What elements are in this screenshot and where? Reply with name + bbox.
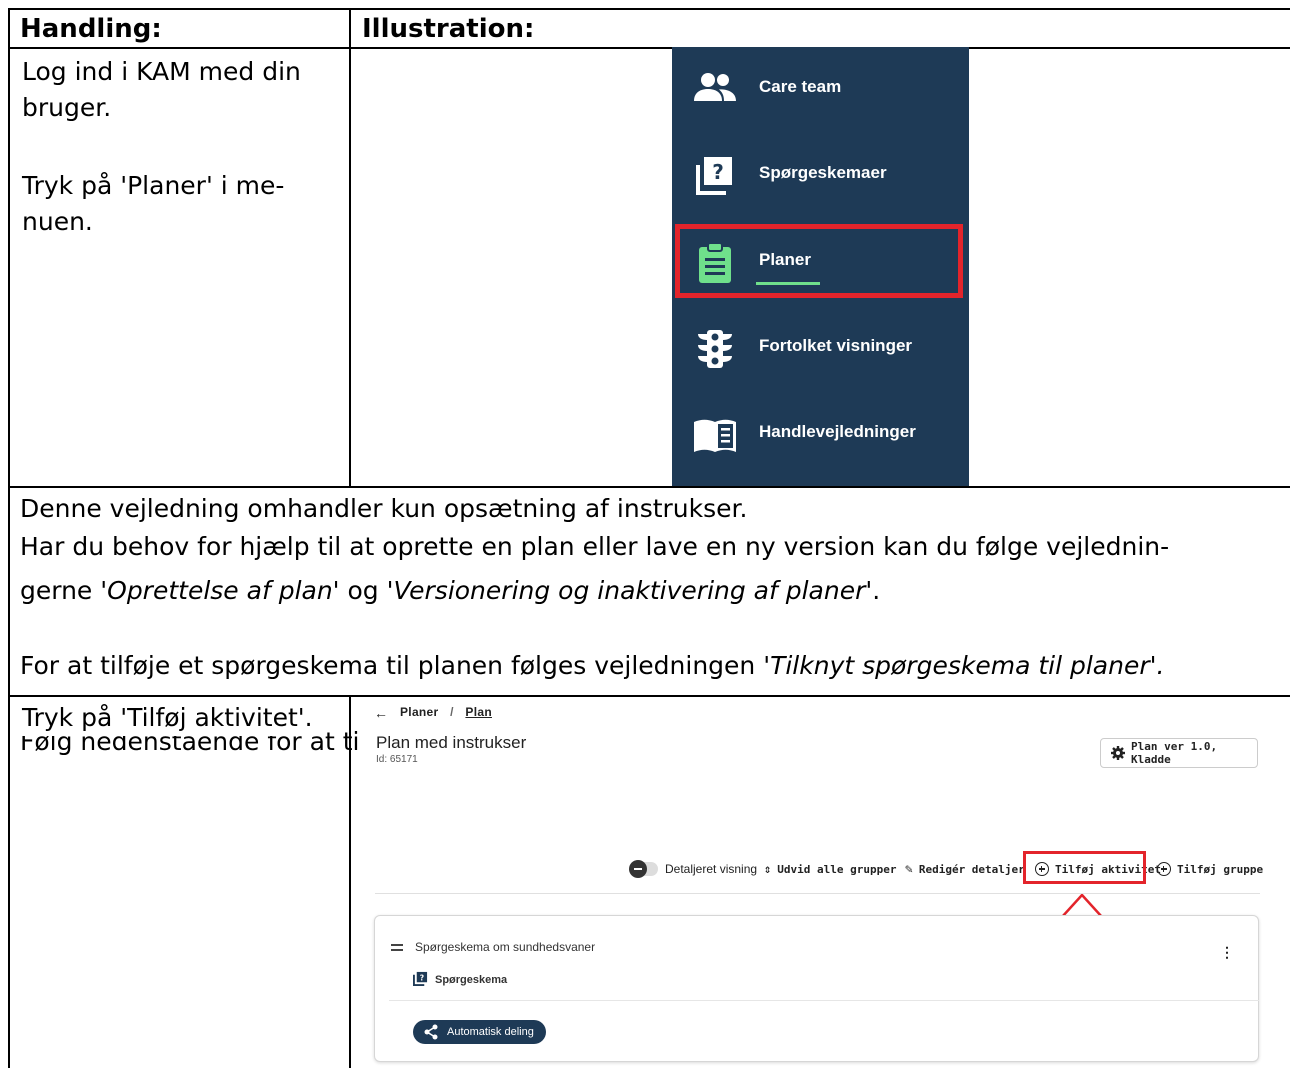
step1-line: bruger. [22,93,112,122]
page-title: Plan med instrukser [376,733,527,752]
sidebar-item-planer[interactable]: Planer [672,220,969,306]
info-line: Har du behov for hjælp til at oprette en… [20,532,1170,561]
table-border-top [8,8,1290,10]
more-options-icon[interactable]: ⋮ [1220,944,1234,961]
auto-share-chip[interactable]: Automatisk deling [413,1020,546,1044]
sidebar-item-label: Handlevejledninger [759,422,916,441]
button-label: Tilføj gruppe [1177,862,1264,876]
sidebar-item-questionnaires[interactable]: ? Spørgeskemaer [672,133,969,219]
info-line: For at tilføje et spørgeskema til planen… [20,648,1164,684]
questionnaire-icon: ? [696,157,732,195]
activity-type: Spørgeskema [435,974,508,986]
version-label: Plan ver 1.0, Kladde [1131,740,1218,766]
activity-card: Spørgeskema om sundhedsvaner ⋮ ? Spørges… [374,915,1259,1062]
toggle-label: Detaljeret visning [665,862,758,876]
book-icon [694,419,736,452]
step1-line: Log ind i KAM med din [22,57,301,86]
step1-line: Tryk på 'Planer' i me- [22,171,285,200]
step1-line: nuen. [22,207,93,236]
chip-label: Automatisk deling [447,1026,534,1038]
people-icon [694,73,736,101]
info-line: gerne 'Oprettelse af plan' og 'Versioner… [20,573,880,609]
toggle-switch[interactable] [629,860,658,878]
sidebar-item-action-guides[interactable]: Handlevejledninger [672,392,969,478]
breadcrumb-root[interactable]: Planer [400,705,439,719]
breadcrumb-separator: / [450,705,454,719]
divider [375,893,1260,894]
table-border-left [8,8,10,1068]
questionnaire-icon: ? [413,971,428,986]
highlight-box [1023,851,1146,884]
guide-title: 'Versionering og inaktivering af planer' [386,576,873,605]
plan-screenshot: ← Planer / Plan Plan med instrukser Id: … [360,703,1290,1068]
add-circle-icon [1157,862,1171,876]
highlight-box [675,224,963,298]
drag-handle-icon[interactable] [391,944,403,951]
activity-title: Spørgeskema om sundhedsvaner [415,940,596,954]
row-divider [8,695,1290,697]
pencil-icon: ✎ [905,861,913,877]
sidebar-item-care-team[interactable]: Care team [672,47,969,133]
info-line: Denne vejledning omhandler kun opsætning… [20,494,748,523]
text-segment: . [872,576,881,605]
step2-text: Tryk på 'Tilføj aktivitet'. [22,700,313,736]
row-divider [8,47,1290,49]
edit-details-button[interactable]: ✎ Redigér detaljer [905,858,1025,880]
button-label: Redigér detaljer [918,862,1025,876]
detail-view-toggle[interactable]: Detaljeret visning [629,858,758,880]
sidebar-item-label: Spørgeskemaer [759,163,887,182]
sidebar-item-interpreted-views[interactable]: Fortolket visninger [672,306,969,392]
sidebar-item-label: Care team [759,77,842,96]
guide-title: 'Tilknyt spørgeskema til planer'. [763,651,1165,680]
button-label: Udvid alle grupper [777,862,897,876]
back-arrow-icon[interactable]: ← [374,705,388,721]
divider [389,1000,1259,1001]
row-divider [8,486,1290,488]
column-header-action: Handling: [20,14,162,44]
breadcrumb-current[interactable]: Plan [465,705,492,719]
svg-text:?: ? [712,160,724,184]
column-divider [349,8,351,487]
expand-groups-button[interactable]: ⇕ Udvid alle grupper [764,858,896,880]
traffic-light-icon [698,330,732,368]
add-group-button[interactable]: Tilføj gruppe [1157,858,1263,880]
column-header-illustration: Illustration: [362,14,535,44]
plan-version-button[interactable]: Plan ver 1.0, Kladde [1100,738,1258,768]
text-segment: og [339,576,387,605]
text-segment: For at tilføje et spørgeskema til planen… [20,651,764,680]
expand-icon: ⇕ [764,862,772,876]
kam-sidebar-menu: Care team ? Spørgeskemaer Planer Fortolk… [672,47,969,486]
plan-id: Id: 65171 [376,754,418,765]
share-icon [424,1024,438,1040]
sidebar-item-label: Fortolket visninger [759,336,913,355]
text-segment: gerne [20,576,101,605]
breadcrumb: Planer / Plan [400,705,492,719]
guide-title: 'Oprettelse af plan' [100,576,340,605]
gear-icon [1111,746,1125,760]
svg-text:?: ? [420,973,424,982]
